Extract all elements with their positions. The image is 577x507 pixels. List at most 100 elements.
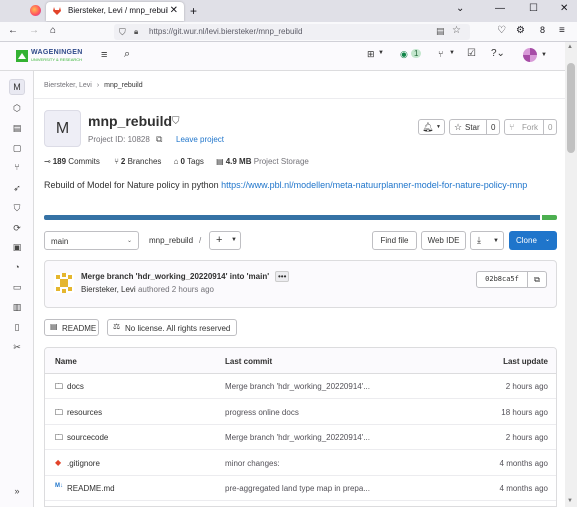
monitor-icon[interactable]: ◔ [11,261,23,273]
firefox-icon[interactable] [30,5,41,16]
shield-icon[interactable]: ⛉ [119,27,126,38]
breadcrumb-project-link[interactable]: mnp_rebuild [104,82,143,89]
fork-count[interactable]: 0 [543,120,552,134]
file-last-commit[interactable]: Merge branch 'hdr_working_20220914'... [225,433,370,442]
file-name[interactable]: README.md [67,484,115,493]
snippets-icon[interactable]: ✂ [11,341,23,353]
table-row[interactable]: 🗀︎ resources progress online docs 18 hou… [45,400,556,425]
menu-badge[interactable]: 8 [540,25,545,35]
download-dropdown[interactable]: ⤓ ▼ [470,231,504,250]
project-sidebar: M ⬡ ▤ ▢ ⑂ ➶ ⛉ ⟳ ▣ ◔ ▭ ▥ ▯ ✂ » [0,71,34,507]
scrollbar-thumb[interactable] [567,63,575,153]
clone-button[interactable]: Clone ⌄ [509,231,557,250]
license-badge[interactable]: ⚖ No license. All rights reserved [107,319,237,336]
lock-icon[interactable]: 🔒︎ [134,27,138,37]
repo-path[interactable]: mnp_rebuild [149,236,193,245]
merge-request-icon: ⑂ [438,49,444,59]
extension-icon[interactable]: ⚙ [516,25,525,36]
commits-label[interactable]: Commits [68,157,100,166]
fork-button[interactable]: ⑂ Fork 0 [504,119,557,135]
leave-project-link[interactable]: Leave project [176,135,224,144]
shield-icon[interactable]: ⛉ [11,202,23,214]
file-name[interactable]: docs [67,382,84,391]
bookmark-star-icon[interactable]: ☆ [452,25,461,36]
tags-count[interactable]: 0 [180,157,184,166]
minimize-icon[interactable]: — [495,3,505,14]
merge-requests-icon[interactable]: ⑂ [11,161,23,173]
description-link[interactable]: https://www.pbl.nl/modellen/meta-natuurp… [221,180,527,190]
web-ide-button[interactable]: Web IDE [421,231,466,250]
deployments-icon[interactable]: ⟳ [11,222,23,234]
readme-button[interactable]: ▤ README [44,319,99,336]
logo-text: WAGENINGEN [31,49,83,56]
file-name[interactable]: resources [67,408,102,417]
back-icon[interactable]: ← [8,25,18,36]
infrastructure-icon[interactable]: ▭ [11,281,23,293]
commit-message[interactable]: Merge branch 'hdr_working_20220914' into… [81,272,269,281]
search-icon[interactable]: ⌕ [124,48,130,61]
star-count[interactable]: 0 [486,120,495,134]
commit-expand-ellipsis[interactable]: ••• [275,271,290,282]
file-name[interactable]: sourcecode [67,433,108,442]
help-icon[interactable]: ?⌄ [491,48,505,59]
breadcrumb-separator: › [96,82,100,89]
file-last-commit[interactable]: Merge branch 'hdr_working_20220914'... [225,382,370,391]
tags-label[interactable]: Tags [187,157,204,166]
address-bar[interactable]: ⛉ 🔒︎ https://git.wur.nl/levi.biersteker/… [114,24,470,40]
branch-selector[interactable]: main ⌄ [44,231,139,250]
forward-icon[interactable]: → [29,25,39,36]
commit-author[interactable]: Biersteker, Levi [81,285,136,294]
file-last-commit[interactable]: minor changes: [225,459,280,468]
notifications-dropdown[interactable]: 🔔︎ ▼ [418,119,445,135]
branches-label[interactable]: Branches [128,157,162,166]
scroll-up-arrow[interactable]: ▲ [567,44,573,50]
todo-icon[interactable]: ☑ [467,48,476,59]
star-label: Star [465,123,480,132]
file-name[interactable]: .gitignore [67,459,100,468]
maximize-icon[interactable]: ☐ [529,3,538,14]
table-row[interactable]: 🗀︎ docs Merge branch 'hdr_working_202209… [45,374,556,399]
close-window-icon[interactable]: ✕ [560,3,568,14]
sidebar-project-avatar[interactable]: M [9,79,25,95]
table-row[interactable]: 🗀︎ sourcecode Merge branch 'hdr_working_… [45,425,556,450]
project-info-icon[interactable]: ⬡ [11,102,23,114]
issues-icon[interactable]: ▢ [11,142,23,154]
menu-grid-icon[interactable]: ≡ [101,49,107,61]
table-row[interactable]: ◆ .gitignore minor changes: 4 months ago [45,451,556,476]
pocket-icon[interactable]: ♡ [497,25,506,36]
new-tab-icon[interactable]: + [190,4,197,18]
collapse-sidebar-icon[interactable]: » [11,485,23,497]
commits-count[interactable]: 189 [53,157,66,166]
commit-sha-button[interactable]: 02b8ca5f [476,271,528,288]
table-row[interactable]: M↓ README.md pre-aggregated land type ma… [45,476,556,501]
analytics-icon[interactable]: ▥ [11,301,23,313]
home-icon[interactable]: ⌂ [50,25,56,36]
repository-icon[interactable]: ▤ [11,122,23,134]
issues-button[interactable]: ◉ 1 [399,48,423,64]
browser-tab-active[interactable]: Biersteker, Levi / mnp_rebuild · G ✕ [46,2,184,21]
add-to-tree-button[interactable]: + ▼ [209,231,241,250]
breadcrumb-group-link[interactable]: Biersteker, Levi [44,82,92,89]
user-avatar[interactable] [523,48,537,62]
merge-requests-button[interactable]: ⑂ ▼ [436,48,458,64]
packages-icon[interactable]: ▣ [11,241,23,253]
copy-sha-button[interactable]: ⧉ [528,271,547,288]
close-tab-icon[interactable]: ✕ [170,5,178,16]
file-last-commit[interactable]: progress online docs [225,408,299,417]
file-last-update: 4 months ago [499,484,548,493]
star-button[interactable]: ☆ Star 0 [449,119,500,135]
wiki-icon[interactable]: ▯ [11,321,23,333]
rocket-icon[interactable]: ➶ [11,182,23,194]
copy-id-icon[interactable]: ⧉ [156,134,162,145]
reader-view-icon[interactable]: ▤ [436,26,445,37]
find-file-button[interactable]: Find file [372,231,417,250]
commit-author-avatar[interactable] [54,273,74,293]
description-text: Rebuild of Model for Nature policy in py… [44,180,222,190]
branches-count[interactable]: 2 [121,157,125,166]
list-tabs-icon[interactable]: ⌄ [456,3,464,14]
scroll-down-arrow[interactable]: ▼ [567,498,573,504]
chevron-down-icon[interactable]: ▼ [541,52,547,58]
hamburger-menu-icon[interactable]: ≡ [559,25,565,36]
file-last-commit[interactable]: pre-aggregated land type map in prepa... [225,484,370,493]
create-new-button[interactable]: ⊞ ▼ [365,48,387,64]
